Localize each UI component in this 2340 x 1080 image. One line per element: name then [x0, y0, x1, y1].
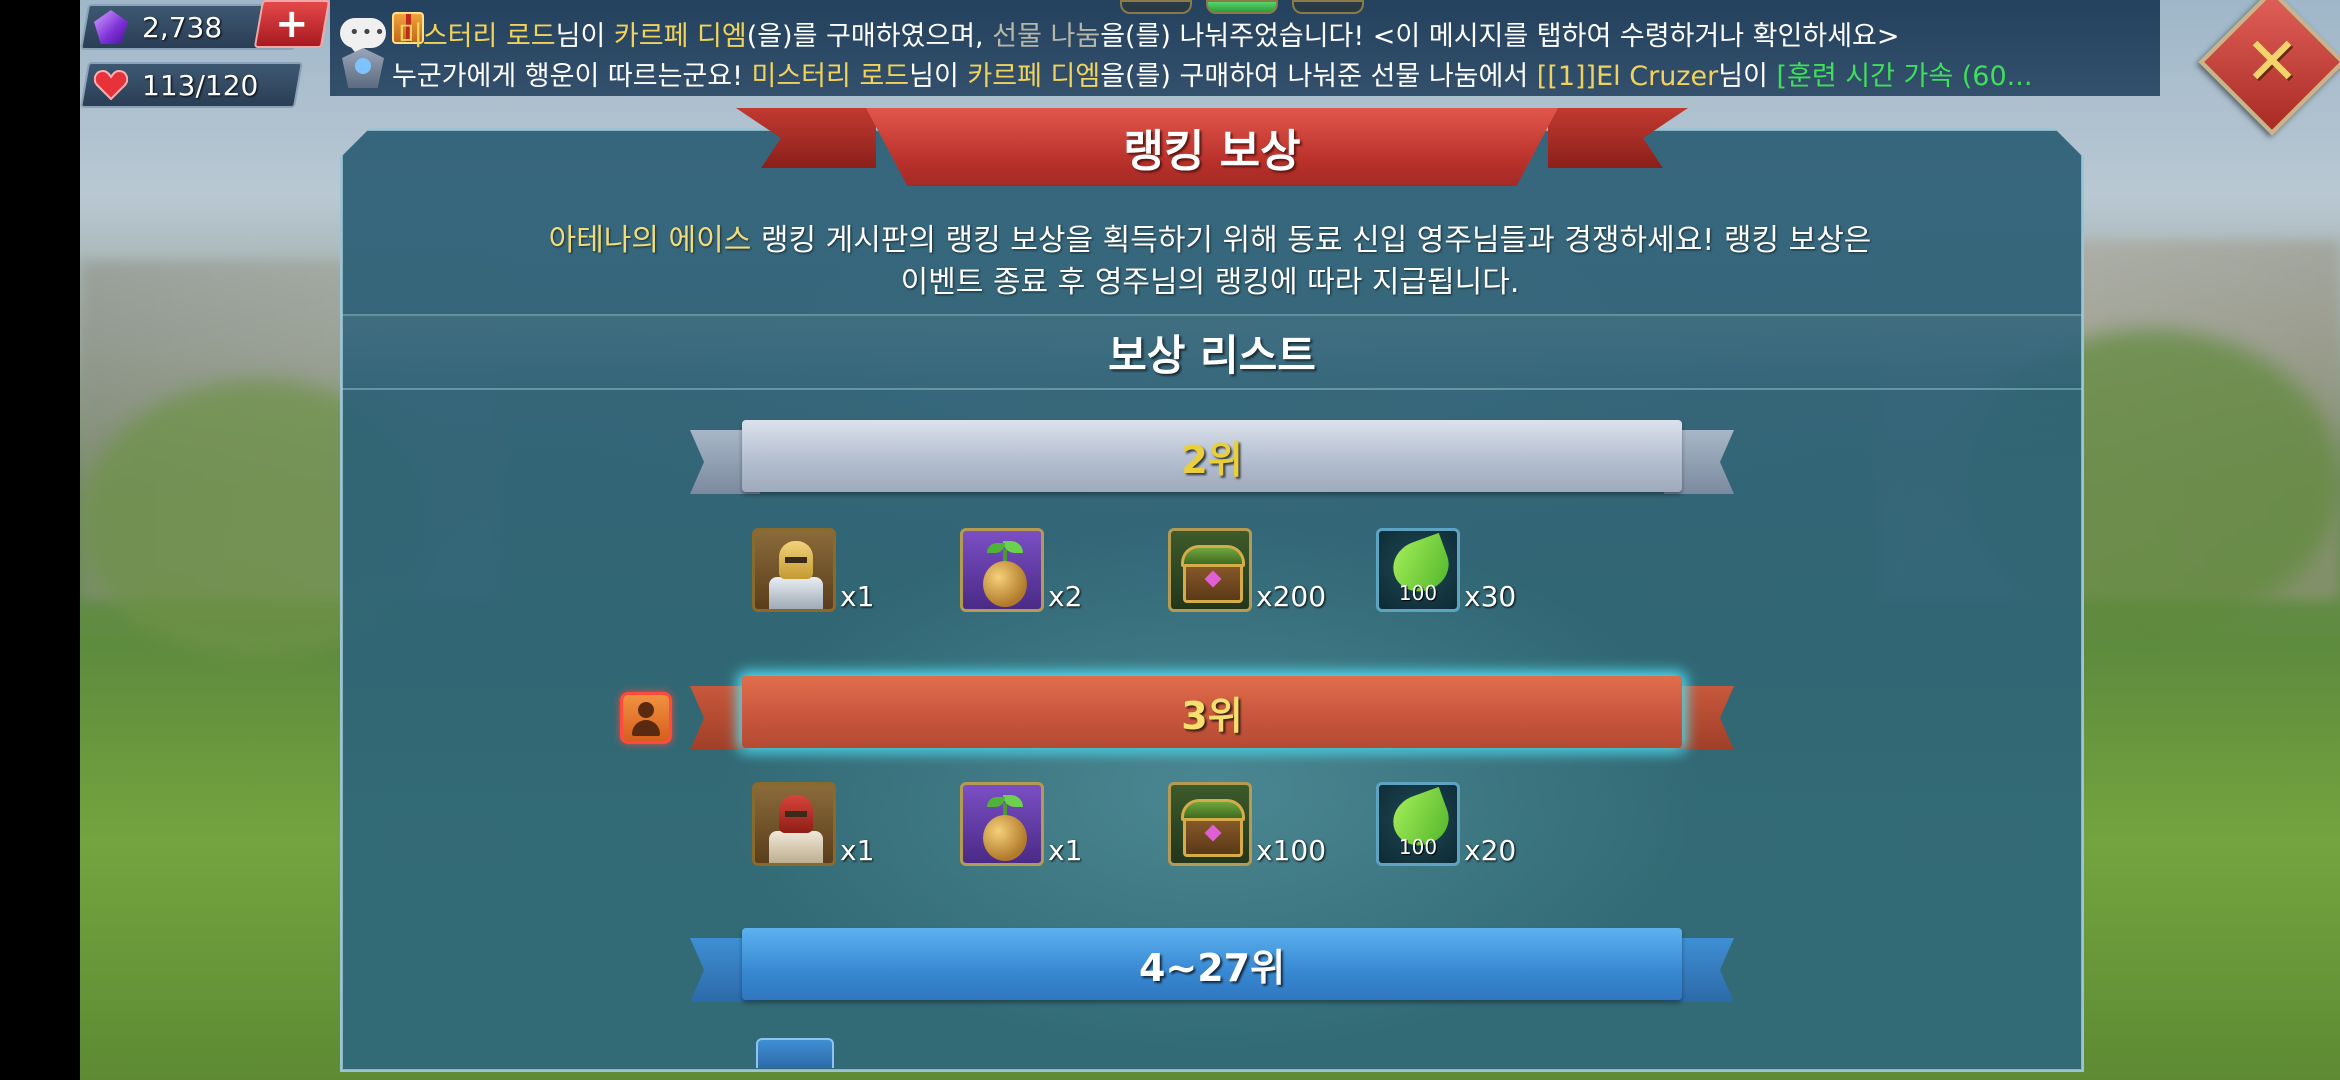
rank-label: 2위: [1181, 437, 1243, 482]
rank-banner-3: 3위: [690, 676, 1734, 756]
speedup-leaf-icon[interactable]: 100: [1376, 528, 1460, 612]
page-dot: [1292, 0, 1364, 14]
event-name: 아테나의 에이스: [548, 223, 752, 258]
page-indicator: [1120, 0, 1364, 14]
reward-row-2: x1 x2 x200 100 x30: [0, 528, 2340, 618]
close-icon[interactable]: ✕: [2235, 22, 2309, 102]
my-rank-marker-icon: [620, 692, 672, 744]
treasure-chest-icon[interactable]: [1168, 782, 1252, 866]
treasure-chest-icon[interactable]: [1168, 528, 1252, 612]
notification-line-2[interactable]: 누군가에게 행운이 따르는군요! 미스터리 로드님이 카르페 디엠을(를) 구매…: [392, 54, 2032, 93]
heart-icon: [94, 70, 128, 100]
gem-amount: 2,738: [142, 10, 223, 44]
chat-icon[interactable]: •••: [340, 18, 386, 56]
gem-icon: [94, 10, 128, 44]
reward-row-3: x1 x1 x100 100 x20: [0, 782, 2340, 872]
page-dot: [1120, 0, 1192, 14]
rank-label: 3위: [1181, 693, 1243, 738]
rank-banner-4-27: 4~27위: [690, 928, 1734, 1008]
speedup-leaf-icon[interactable]: 100: [1376, 782, 1460, 866]
reward-item-partial[interactable]: [756, 1038, 834, 1068]
description: 아테나의 에이스 랭킹 게시판의 랭킹 보상을 획득하기 위해 동료 신입 영주…: [548, 223, 1872, 300]
red-knight-icon[interactable]: [752, 782, 836, 866]
notification-line-1[interactable]: 미스터리 로드님이 카르페 디엠(을)를 구매하였으며, 선물 나눔을(를) 나…: [398, 14, 1900, 53]
gift-notification-bar[interactable]: ••• 미스터리 로드님이 카르페 디엠(을)를 구매하였으며, 선물 나눔을(…: [330, 0, 2160, 96]
golden-seed-icon[interactable]: [960, 782, 1044, 866]
rank-banner-2: 2위: [690, 420, 1734, 500]
golden-seed-icon[interactable]: [960, 528, 1044, 612]
page-dot-active: [1206, 0, 1278, 14]
gold-knight-icon[interactable]: [752, 528, 836, 612]
buy-gems-button[interactable]: +: [253, 0, 331, 48]
page-title: 랭킹 보상: [1123, 126, 1301, 177]
rank-label: 4~27위: [1138, 945, 1286, 990]
title-ribbon: 랭킹 보상: [736, 108, 1688, 192]
stamina-amount: 113/120: [142, 68, 259, 102]
stamina-counter: 113/120: [79, 62, 304, 108]
reward-list-header: 보상 리스트: [342, 314, 2082, 390]
